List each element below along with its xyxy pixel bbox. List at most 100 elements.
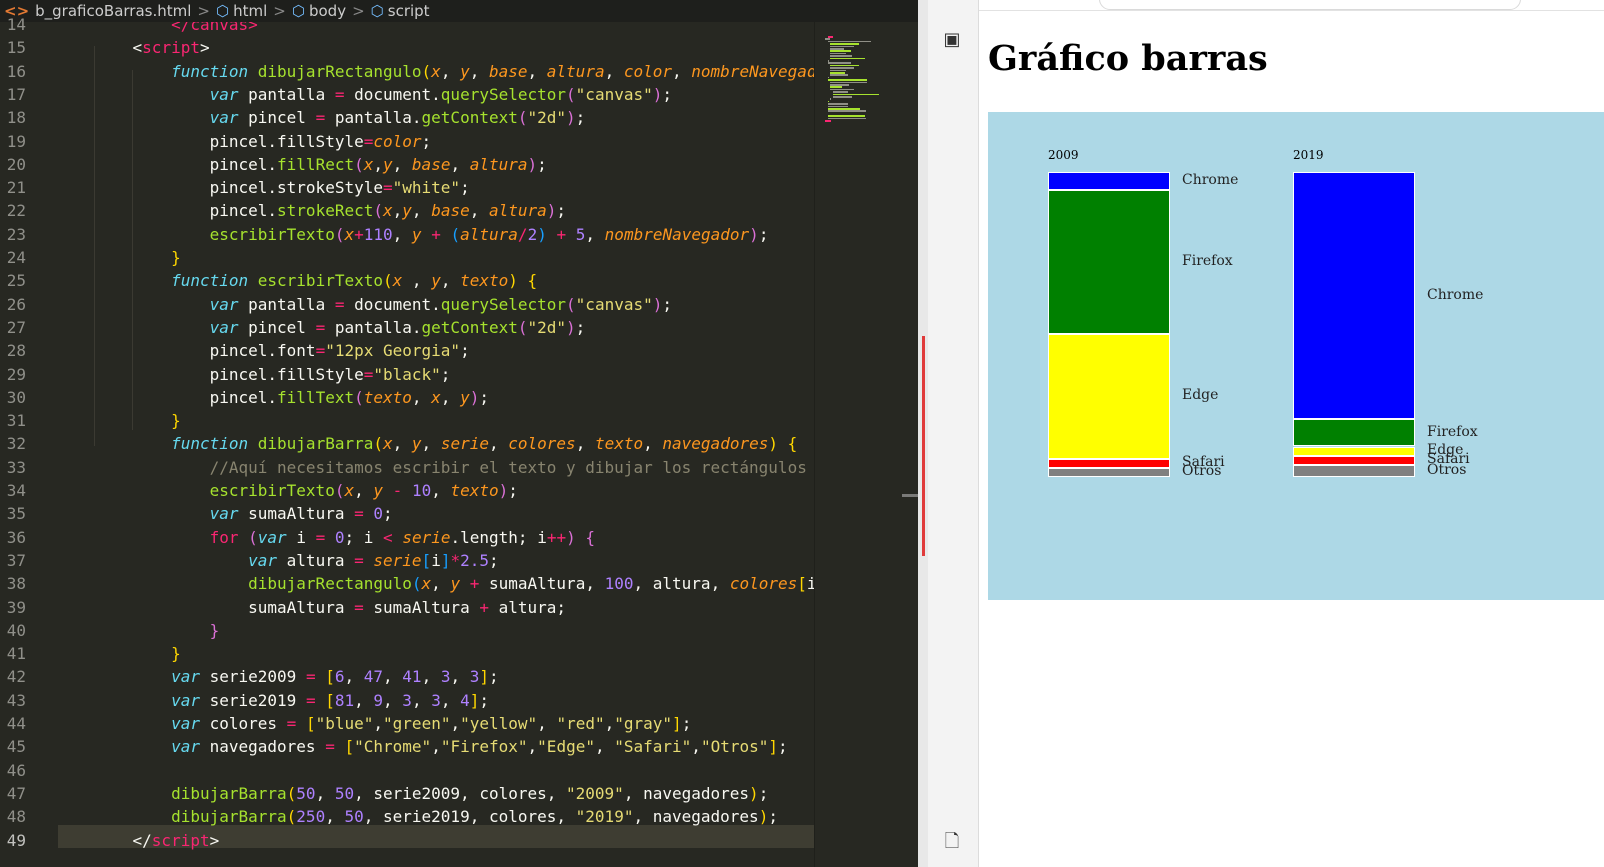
code-line[interactable]: var navegadores = ["Chrome","Firefox","E… [94, 735, 788, 758]
minimap-line [832, 96, 853, 98]
bar-segment [1048, 333, 1170, 459]
code-line[interactable]: pincel.fillStyle=color; [94, 130, 432, 153]
minimap-line [827, 60, 829, 62]
segment-label: Firefox [1182, 252, 1233, 269]
code-line[interactable]: var sumaAltura = 0; [94, 502, 393, 525]
code-area[interactable]: </canvas> <script> function dibujarRecta… [58, 22, 814, 867]
line-number: 42 [6, 667, 26, 687]
line-number: 32 [6, 434, 26, 454]
breadcrumb-item-script[interactable]: script [388, 0, 430, 22]
code-line[interactable]: } [94, 619, 220, 642]
code-line[interactable]: pincel.strokeRect(x,y, base, altura); [94, 199, 566, 222]
line-number: 44 [6, 714, 26, 733]
line-number: 33 [6, 457, 26, 477]
code-line[interactable]: } [94, 246, 181, 269]
minimap-line [827, 36, 834, 38]
code-line[interactable]: dibujarRectangulo(x, y + sumaAltura, 100… [94, 572, 814, 595]
code-line[interactable]: var pantalla = document.querySelector("c… [94, 83, 672, 106]
code-line[interactable]: var pantalla = document.querySelector("c… [94, 293, 672, 316]
line-number: 19 [6, 131, 26, 151]
code-line[interactable]: sumaAltura = sumaAltura + altura; [94, 596, 566, 619]
code-line[interactable]: var serie2019 = [81, 9, 3, 3, 4]; [94, 689, 489, 712]
line-number: 14 [6, 15, 26, 34]
code-line[interactable]: pincel.fillRect(x,y, base, altura); [94, 153, 547, 176]
code-line[interactable]: } [94, 409, 181, 432]
segment-label: Firefox [1427, 423, 1478, 440]
element-cube-icon: ⬡ [370, 2, 384, 20]
code-line[interactable]: pincel.font="12px Georgia"; [94, 339, 470, 362]
bar-segment [1293, 419, 1415, 447]
code-line[interactable]: function dibujarRectangulo(x, y, base, a… [94, 60, 814, 83]
line-number: 35 [6, 504, 26, 524]
chevron-right-icon: > [273, 2, 286, 20]
line-number: 18 [6, 108, 26, 128]
code-line[interactable]: </canvas> [94, 22, 258, 36]
code-line[interactable]: dibujarBarra(250, 50, serie2019, colores… [94, 805, 778, 828]
line-number: 23 [6, 224, 26, 244]
minimap-line [830, 52, 847, 55]
minimap-line [827, 108, 861, 110]
line-number: 24 [6, 248, 26, 267]
minimap-line [830, 88, 855, 91]
code-line[interactable]: function dibujarBarra(x, y, serie, color… [94, 432, 797, 455]
code-editor[interactable]: 14 15 16 17 18 19 20 21 22 23 24 25 26 27 28 29 30 31 32 33… [0, 15, 919, 867]
code-line[interactable]: var pincel = pantalla.getContext("2d"); [94, 106, 586, 129]
minimap-line [827, 40, 871, 43]
line-number: 43 [6, 690, 26, 710]
line-number: 30 [6, 387, 26, 407]
minimap-line [827, 105, 848, 108]
code-line[interactable]: dibujarBarra(50, 50, serie2009, colores,… [94, 782, 768, 805]
minimap-line [830, 48, 844, 50]
bar-segment [1293, 464, 1415, 477]
minimap-line [827, 103, 849, 105]
bar-segment [1048, 467, 1170, 477]
error-marker [922, 336, 925, 556]
line-number: 38 [6, 574, 26, 594]
breadcrumb-file[interactable]: b_graficoBarras.html [35, 0, 191, 22]
minimap-line [827, 62, 851, 64]
line-number: 36 [6, 527, 26, 547]
chevron-right-icon: > [352, 2, 365, 20]
minimap-line [830, 50, 852, 52]
chevron-right-icon: > [197, 2, 210, 20]
code-line[interactable]: <script> [94, 36, 210, 59]
code-line[interactable]: var pincel = pantalla.getContext("2d"); [94, 316, 586, 339]
bar-segment [1048, 458, 1170, 468]
scrollbar-thumb[interactable] [902, 494, 918, 497]
code-line[interactable]: //Aquí necesitamos escribir el texto y d… [94, 456, 807, 479]
code-line[interactable]: pincel.fillText(texto, x, y); [94, 386, 489, 409]
tab-actions-icon[interactable]: ▣ [936, 24, 968, 56]
page-title: Gráfico barras [988, 38, 1268, 79]
minimap-line [830, 74, 848, 76]
code-line[interactable]: var colores = ["blue","green","yellow", … [94, 712, 691, 735]
minimap[interactable] [814, 22, 919, 867]
code-line[interactable]: for (var i = 0; i < serie.length; i++) { [94, 526, 595, 549]
minimap-line [830, 84, 850, 86]
code-line[interactable]: var serie2009 = [6, 47, 41, 3, 3]; [94, 665, 499, 688]
line-number: 39 [6, 597, 26, 617]
minimap-line [830, 67, 854, 69]
browser-sidebar: ▣ 🗋 [928, 0, 979, 867]
minimap-line [832, 93, 880, 96]
code-line[interactable]: escribirTexto(x, y - 10, texto); [94, 479, 518, 502]
minimap-line [827, 110, 867, 112]
browser-viewport: Gráfico barras 2009 Chrome Firefox Edge Safa… [979, 0, 1604, 867]
code-line[interactable]: pincel.strokeStyle="white"; [94, 176, 470, 199]
breadcrumb-item-body[interactable]: body [309, 0, 346, 22]
code-line[interactable]: var altura = serie[i]*2.5; [94, 549, 499, 572]
line-number: 25 [6, 271, 26, 291]
line-number: 48 [6, 807, 26, 827]
page-icon[interactable]: 🗋 [936, 826, 968, 858]
bar-segment [1293, 172, 1415, 420]
bar-year-label: 2019 [1293, 148, 1324, 162]
code-line[interactable]: </script> [94, 829, 220, 852]
address-bar[interactable] [1099, 0, 1521, 10]
line-number: 21 [6, 178, 26, 198]
code-line[interactable]: pincel.fillStyle="black"; [94, 363, 451, 386]
breadcrumb-item-html[interactable]: html [233, 0, 267, 22]
segment-label: Otros [1427, 461, 1467, 478]
code-line[interactable]: escribirTexto(x+110, y + (altura/2) + 5,… [94, 223, 769, 246]
line-number: 40 [6, 620, 26, 640]
code-line[interactable]: function escribirTexto(x , y, texto) { [94, 269, 537, 292]
code-line[interactable]: } [94, 642, 181, 665]
